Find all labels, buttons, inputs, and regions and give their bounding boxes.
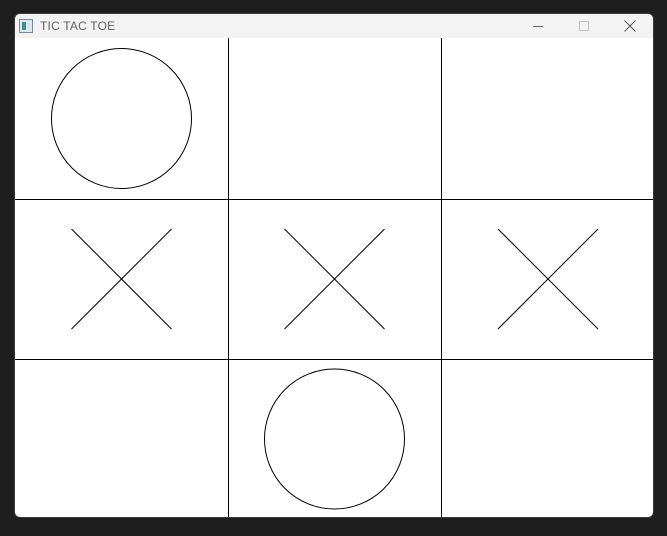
window-controls xyxy=(515,14,653,38)
cell-hit-area[interactable] xyxy=(228,38,441,199)
maximize-button[interactable] xyxy=(561,14,607,38)
cell-r2-c2[interactable] xyxy=(228,199,441,359)
app-window-icon xyxy=(19,19,33,33)
cell-r2-c1[interactable] xyxy=(15,199,228,359)
minimize-icon xyxy=(533,26,543,27)
cell-r1-c3[interactable] xyxy=(441,38,654,199)
title-bar[interactable]: TIC TAC TOE xyxy=(15,14,653,38)
close-button[interactable] xyxy=(607,14,653,38)
game-board[interactable] xyxy=(15,38,654,518)
cell-hit-area[interactable] xyxy=(441,359,654,518)
cell-r3-c3[interactable] xyxy=(441,359,654,518)
cell-r1-c1[interactable] xyxy=(15,38,228,199)
minimize-button[interactable] xyxy=(515,14,561,38)
cell-r1-c2[interactable] xyxy=(228,38,441,199)
cell-hit-area[interactable] xyxy=(441,38,654,199)
cell-hit-area[interactable] xyxy=(15,359,228,518)
cell-hit-area[interactable] xyxy=(228,359,441,518)
cell-hit-area[interactable] xyxy=(15,38,228,199)
close-icon xyxy=(624,20,636,32)
window-title: TIC TAC TOE xyxy=(40,19,116,33)
cell-r2-c3[interactable] xyxy=(441,199,654,359)
cell-r3-c2[interactable] xyxy=(228,359,441,518)
maximize-icon xyxy=(579,21,589,31)
game-window: TIC TAC TOE xyxy=(14,13,654,518)
cell-r3-c1[interactable] xyxy=(15,359,228,518)
